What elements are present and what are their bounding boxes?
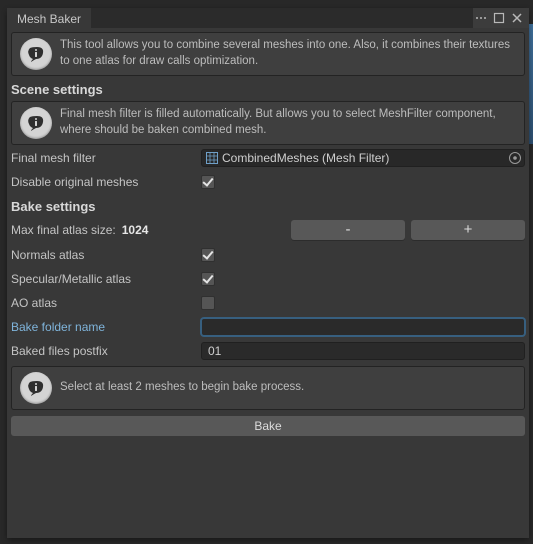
mesh-baker-panel: Mesh Baker This tool allows you to combi… — [7, 8, 529, 538]
info-icon — [20, 372, 52, 404]
ao-atlas-checkbox[interactable] — [201, 296, 215, 310]
atlas-plus-button[interactable]: + — [411, 220, 525, 240]
specular-atlas-checkbox[interactable] — [201, 272, 215, 286]
row-normals-atlas: Normals atlas — [11, 245, 525, 265]
normals-atlas-label: Normals atlas — [11, 248, 201, 262]
titlebar: Mesh Baker — [7, 8, 529, 28]
section-bake-settings: Bake settings — [11, 195, 525, 216]
row-ao-atlas: AO atlas — [11, 293, 525, 313]
final-mesh-filter-value: CombinedMeshes (Mesh Filter) — [222, 151, 389, 165]
info-box-intro: This tool allows you to combine several … — [11, 32, 525, 76]
menu-icon[interactable] — [473, 10, 489, 26]
panel-content: This tool allows you to combine several … — [7, 28, 529, 538]
info-text-warning: Select at least 2 meshes to begin bake p… — [60, 380, 304, 396]
bake-folder-input[interactable] — [201, 318, 525, 336]
info-box-warning: Select at least 2 meshes to begin bake p… — [11, 366, 525, 410]
info-text-intro: This tool allows you to combine several … — [60, 38, 516, 69]
row-atlas-size: Max final atlas size: 1024 - + — [11, 219, 525, 241]
final-mesh-filter-label: Final mesh filter — [11, 151, 201, 165]
final-mesh-filter-field[interactable]: CombinedMeshes (Mesh Filter) — [201, 149, 525, 167]
bake-folder-label: Bake folder name — [11, 320, 201, 334]
info-box-filter: Final mesh filter is filled automaticall… — [11, 101, 525, 145]
normals-atlas-checkbox[interactable] — [201, 248, 215, 262]
info-icon — [20, 107, 52, 139]
row-bake-folder: Bake folder name — [11, 317, 525, 337]
row-disable-original: Disable original meshes — [11, 172, 525, 192]
section-scene-settings: Scene settings — [11, 78, 525, 99]
close-icon[interactable] — [509, 10, 525, 26]
info-text-filter: Final mesh filter is filled automaticall… — [60, 107, 516, 138]
row-postfix: Baked files postfix — [11, 341, 525, 361]
disable-original-label: Disable original meshes — [11, 175, 201, 189]
atlas-size-value: 1024 — [122, 223, 285, 237]
atlas-size-label: Max final atlas size: — [11, 223, 116, 237]
postfix-input[interactable] — [201, 342, 525, 360]
bake-button[interactable]: Bake — [11, 416, 525, 436]
titlebar-controls — [473, 8, 529, 28]
object-picker-icon[interactable] — [508, 151, 522, 165]
tab-spacer — [91, 8, 473, 28]
specular-atlas-label: Specular/Metallic atlas — [11, 272, 201, 286]
disable-original-checkbox[interactable] — [201, 175, 215, 189]
atlas-minus-button[interactable]: - — [291, 220, 405, 240]
row-specular-atlas: Specular/Metallic atlas — [11, 269, 525, 289]
ao-atlas-label: AO atlas — [11, 296, 201, 310]
info-icon — [20, 38, 52, 70]
postfix-label: Baked files postfix — [11, 344, 201, 358]
maximize-icon[interactable] — [491, 10, 507, 26]
mesh-filter-type-icon — [206, 152, 218, 164]
row-final-mesh-filter: Final mesh filter CombinedMeshes (Mesh F… — [11, 148, 525, 168]
panel-tab[interactable]: Mesh Baker — [7, 8, 91, 28]
